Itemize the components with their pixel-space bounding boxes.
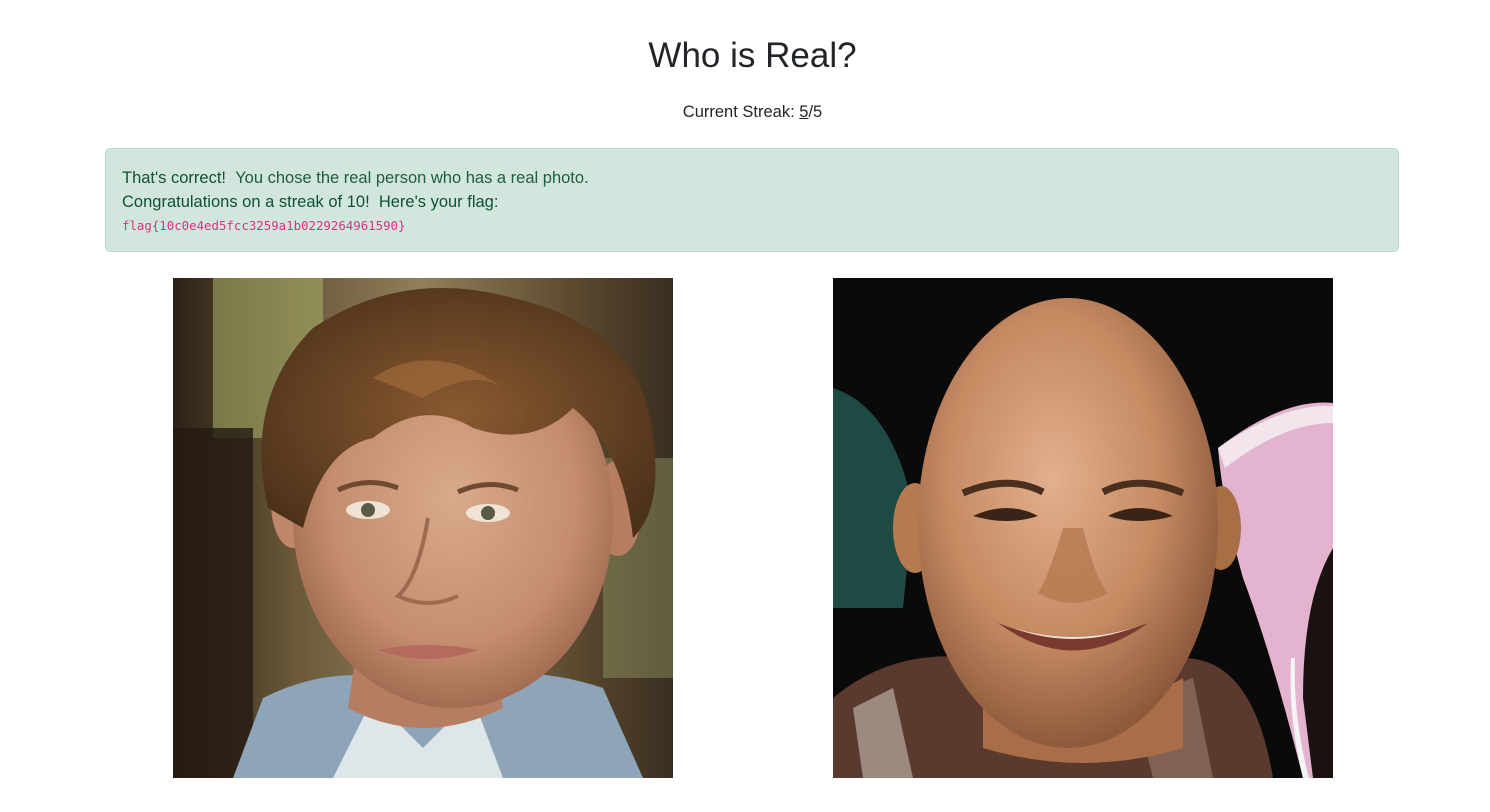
page: Who is Real? Current Streak: 5/5 That's … — [0, 0, 1490, 812]
streak-total: 5 — [813, 103, 823, 121]
alert-flag-intro: Here's your flag: — [378, 193, 499, 211]
face-photo-icon — [173, 278, 673, 778]
alert-correct-text: You chose the real person who has a real… — [235, 169, 589, 187]
alert-congrats-line: Congratulations on a streak of 10! Here'… — [122, 190, 1382, 214]
alert-correct-line: That's correct! You chose the real perso… — [122, 166, 1382, 190]
photo-left[interactable] — [173, 278, 673, 778]
streak-label: Current Streak: — [682, 103, 795, 121]
photo-right[interactable] — [833, 278, 1333, 778]
success-alert: That's correct! You chose the real perso… — [105, 148, 1399, 252]
alert-correct-strong: That's correct! — [122, 169, 227, 187]
page-title: Who is Real? — [648, 36, 857, 75]
streak-counter: Current Streak: 5/5 — [0, 101, 1490, 123]
face-photo-icon — [833, 278, 1333, 778]
alert-congrats-text: Congratulations on a streak of 10! — [122, 193, 370, 211]
flag-code: flag{10c0e4ed5fcc3259a1b0229264961590} — [122, 218, 406, 233]
